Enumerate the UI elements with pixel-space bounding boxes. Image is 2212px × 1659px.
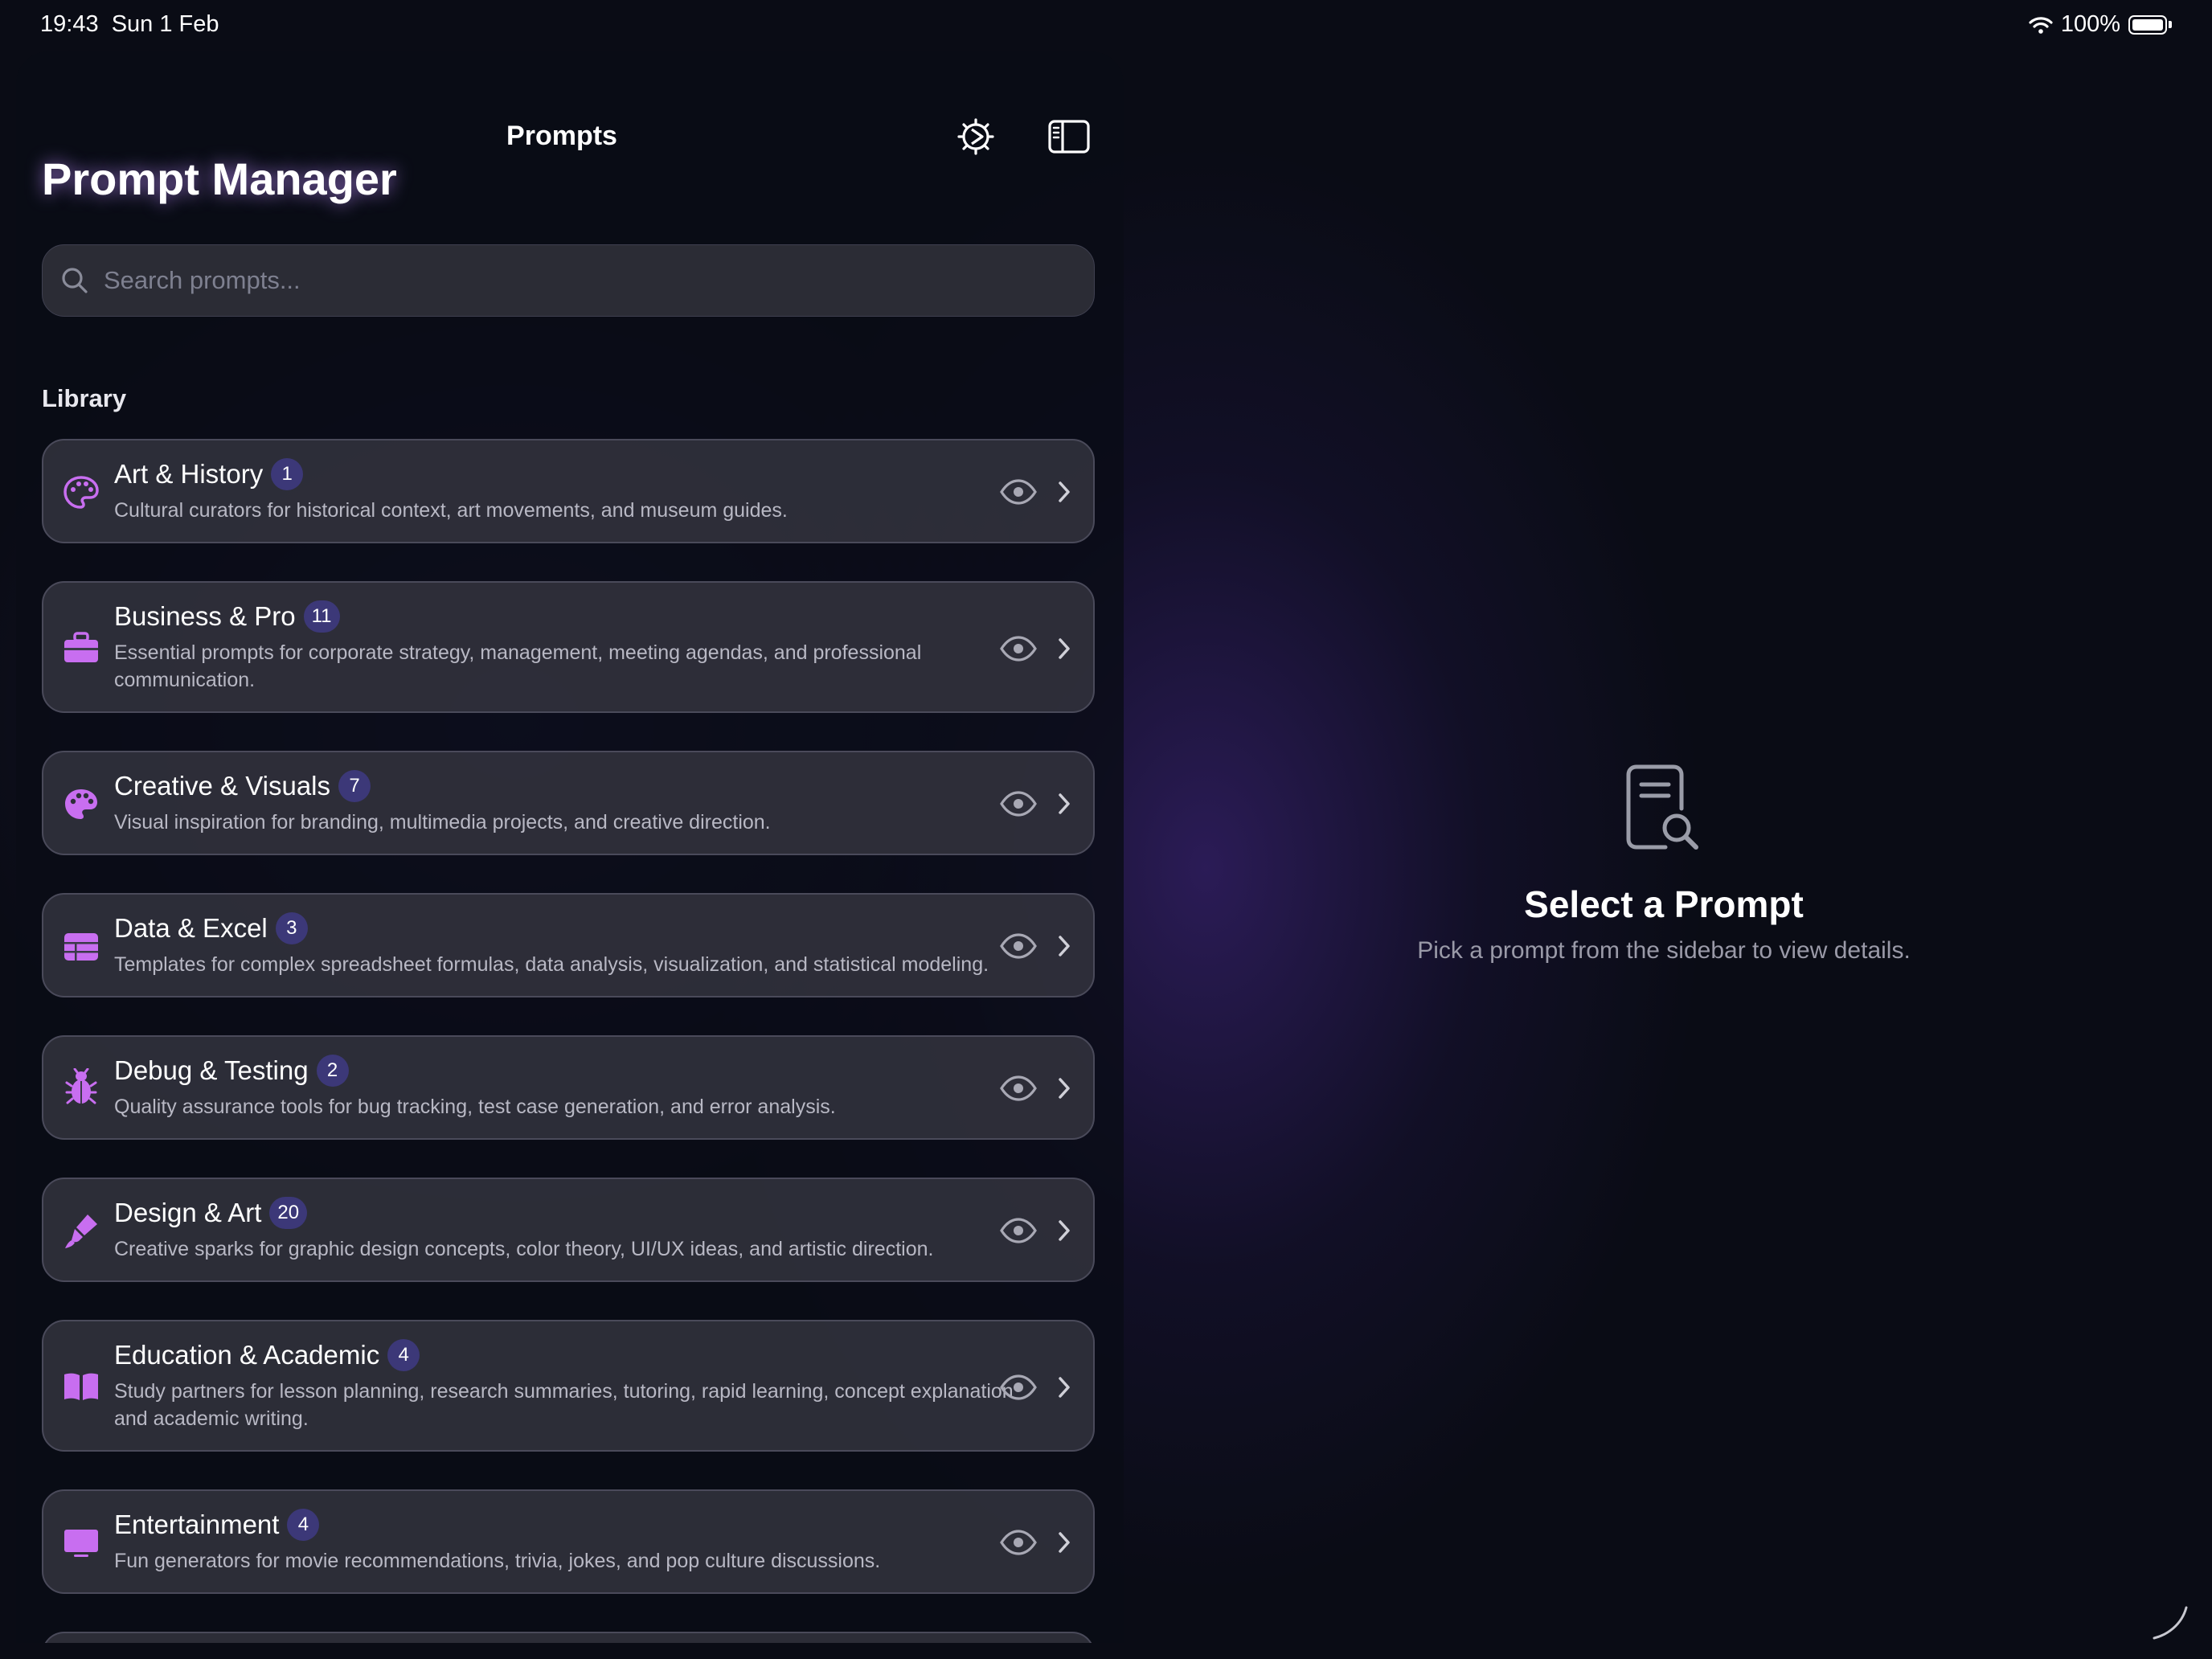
search-bar[interactable] bbox=[42, 244, 1095, 317]
card-title: Entertainment bbox=[114, 1509, 280, 1539]
count-badge: 20 bbox=[269, 1197, 308, 1229]
ladybug-icon bbox=[63, 1068, 100, 1106]
category-card-art-history[interactable]: Art & History 1 Cultural curators for hi… bbox=[42, 439, 1095, 543]
category-card-entertainment[interactable]: Entertainment 4 Fun generators for movie… bbox=[42, 1489, 1095, 1594]
chevron-right-icon bbox=[1053, 932, 1075, 961]
card-description: Essential prompts for corporate strategy… bbox=[114, 641, 922, 691]
card-description: Creative sparks for graphic design conce… bbox=[114, 1238, 934, 1260]
eye-icon bbox=[1000, 791, 1037, 817]
battery-percentage: 100% bbox=[2060, 11, 2120, 37]
card-title: Data & Excel bbox=[114, 913, 268, 943]
search-input[interactable] bbox=[102, 265, 1054, 296]
category-card-debug-testing[interactable]: Debug & Testing 2 Quality assurance tool… bbox=[42, 1035, 1095, 1140]
table-icon bbox=[63, 928, 100, 965]
eye-icon bbox=[1000, 1075, 1037, 1101]
palette-filled-icon bbox=[63, 786, 100, 823]
preview-eye-button[interactable] bbox=[998, 1074, 1038, 1103]
preview-eye-button[interactable] bbox=[998, 1216, 1038, 1245]
card-description: Quality assurance tools for bug tracking… bbox=[114, 1096, 836, 1118]
card-title-row: Education & Academic 4 bbox=[114, 1339, 420, 1371]
search-icon bbox=[62, 268, 88, 293]
empty-state-title: Select a Prompt bbox=[1524, 883, 1804, 925]
category-card-data-excel[interactable]: Data & Excel 3 Templates for complex spr… bbox=[42, 893, 1095, 997]
settings-button[interactable] bbox=[953, 114, 998, 159]
card-title-row: Entertainment 4 bbox=[114, 1509, 320, 1541]
count-badge: 1 bbox=[271, 458, 304, 490]
card-title-row: Business & Pro 11 bbox=[114, 600, 340, 633]
card-description: Study partners for lesson planning, rese… bbox=[114, 1380, 1014, 1430]
briefcase-icon bbox=[63, 629, 100, 666]
card-title-row: Data & Excel 3 bbox=[114, 912, 308, 944]
eye-icon bbox=[1000, 636, 1037, 662]
chevron-right-icon bbox=[1053, 1373, 1075, 1402]
card-title-row: Art & History 1 bbox=[114, 458, 304, 490]
preview-eye-button[interactable] bbox=[998, 634, 1038, 663]
card-description: Cultural curators for historical context… bbox=[114, 499, 788, 522]
chevron-right-icon bbox=[1053, 1528, 1075, 1557]
status-time-date: 19:43 Sun 1 Feb bbox=[40, 11, 219, 38]
empty-state-subtitle: Pick a prompt from the sidebar to view d… bbox=[1417, 937, 1911, 964]
preview-eye-button[interactable] bbox=[998, 789, 1038, 818]
empty-state: Select a Prompt Pick a prompt from the s… bbox=[1254, 764, 2074, 965]
status-date: Sun 1 Feb bbox=[111, 11, 219, 37]
card-title: Art & History bbox=[114, 459, 264, 489]
card-title: Debug & Testing bbox=[114, 1055, 309, 1085]
book-icon bbox=[63, 1368, 100, 1405]
card-title: Business & Pro bbox=[114, 601, 296, 631]
palette-icon bbox=[63, 474, 100, 511]
chevron-right-icon bbox=[1053, 477, 1075, 506]
tv-icon bbox=[63, 1525, 100, 1562]
card-title: Education & Academic bbox=[114, 1340, 380, 1370]
battery-icon bbox=[2128, 14, 2167, 35]
preview-eye-button[interactable] bbox=[998, 932, 1038, 961]
count-badge: 11 bbox=[303, 600, 340, 633]
category-card-business-pro[interactable]: Business & Pro 11 Essential prompts for … bbox=[42, 581, 1095, 713]
preview-eye-button[interactable] bbox=[998, 477, 1038, 506]
battery-nub bbox=[2169, 21, 2172, 28]
page-title: Prompt Manager bbox=[42, 154, 397, 204]
chevron-right-icon bbox=[1053, 789, 1075, 818]
category-card-education-academic[interactable]: Education & Academic 4 Study partners fo… bbox=[42, 1320, 1095, 1452]
resize-corner-icon bbox=[2153, 1606, 2188, 1640]
eye-icon bbox=[1000, 1218, 1037, 1243]
card-description: Fun generators for movie recommendations… bbox=[114, 1550, 881, 1572]
category-card-creative-visuals[interactable]: Creative & Visuals 7 Visual inspiration … bbox=[42, 751, 1095, 855]
eye-icon bbox=[1000, 933, 1037, 959]
sidebar-toggle-button[interactable] bbox=[1047, 114, 1092, 159]
eye-icon bbox=[1000, 1374, 1037, 1400]
card-title: Design & Art bbox=[114, 1198, 262, 1227]
card-title-row: Creative & Visuals 7 bbox=[114, 770, 371, 802]
paintbrush-icon bbox=[63, 1213, 100, 1250]
card-title-row: Debug & Testing 2 bbox=[114, 1055, 349, 1087]
gear-icon bbox=[957, 118, 994, 155]
chevron-right-icon bbox=[1053, 1216, 1075, 1245]
card-title: Creative & Visuals bbox=[114, 771, 331, 801]
count-badge: 4 bbox=[387, 1339, 420, 1371]
count-badge: 2 bbox=[316, 1055, 349, 1087]
card-title-row: Design & Art 20 bbox=[114, 1197, 308, 1229]
eye-icon bbox=[1000, 1530, 1037, 1555]
card-description: Templates for complex spreadsheet formul… bbox=[114, 953, 989, 976]
category-card-partial[interactable] bbox=[42, 1632, 1095, 1643]
count-badge: 7 bbox=[338, 770, 371, 802]
preview-eye-button[interactable] bbox=[998, 1373, 1038, 1402]
card-description: Visual inspiration for branding, multime… bbox=[114, 811, 771, 834]
preview-eye-button[interactable] bbox=[998, 1528, 1038, 1557]
sidebar-toggle-icon bbox=[1048, 120, 1090, 154]
count-badge: 4 bbox=[287, 1509, 320, 1541]
status-time: 19:43 bbox=[40, 11, 99, 37]
sidebar: Prompts Prompt Manager Search prompts...… bbox=[16, 51, 1124, 1643]
chevron-right-icon bbox=[1053, 1074, 1075, 1103]
eye-icon bbox=[1000, 479, 1037, 505]
document-search-icon bbox=[1626, 764, 1698, 850]
section-label-library: Library bbox=[42, 384, 127, 412]
status-indicators: 100% bbox=[2029, 11, 2172, 38]
chevron-right-icon bbox=[1053, 634, 1075, 663]
count-badge: 3 bbox=[275, 912, 308, 944]
wifi-icon bbox=[2029, 16, 2053, 34]
category-card-design-art[interactable]: Design & Art 20 Creative sparks for grap… bbox=[42, 1178, 1095, 1282]
